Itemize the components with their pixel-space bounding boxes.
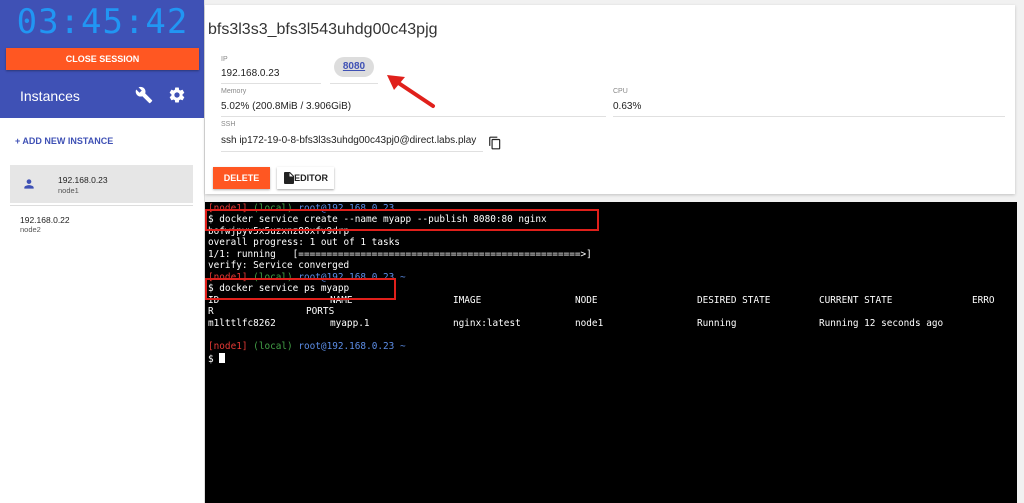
instance-name: node1 [58,186,79,195]
instance-name: node2 [20,225,41,234]
ip-label: IP [221,56,228,63]
sidebar-header: 03:45:42 CLOSE SESSION Instances [0,0,204,118]
memory-label: Memory [221,88,247,95]
port-8080-link[interactable]: 8080 [334,57,374,77]
ssh-label: SSH [221,121,236,128]
ps-cell-current-state: Running 12 seconds ago [819,318,944,329]
ps-cell-name: myapp.1 [330,318,370,329]
editor-button-label: EDITOR [294,173,328,183]
ip-underline [221,83,321,84]
sidebar: 03:45:42 CLOSE SESSION Instances + ADD N… [0,0,205,503]
ps-header-node: NODE [575,295,598,306]
ps-header-ports: PORTS [306,306,335,317]
prompt-root: root@192.168.0.23 [298,341,395,352]
ps-cell-image: nginx:latest [453,318,521,329]
terminal-cursor [219,353,226,363]
terminal-output-line: 1/1: running [==========================… [208,249,592,260]
instance-ip: 192.168.0.22 [20,215,70,225]
ps-cell-node: node1 [575,318,604,329]
app-root: 03:45:42 CLOSE SESSION Instances + ADD N… [0,0,1024,503]
ps-cell-desired-state: Running [697,318,737,329]
ps-header-image: IMAGE [453,295,482,306]
instance-item-node2[interactable]: 192.168.0.22 node2 [10,205,193,243]
ssh-value: ssh ip172-19-0-8-bfs3l3s3uhdg00c43pj0@di… [221,135,477,146]
instance-hostname: bfs3l3s3_bfs3l543uhdg00c43pjg [208,21,438,38]
ps-header-error: ERRO [972,295,995,306]
terminal-output-line: overall progress: 1 out of 1 tasks [208,237,400,248]
instance-item-node1[interactable]: 192.168.0.23 node1 [10,165,193,203]
final-prompt: $ [208,354,214,365]
delete-button[interactable]: DELETE [213,167,270,189]
instances-title: Instances [20,88,80,104]
ssh-underline [221,151,483,152]
prompt-node: [node1] [208,341,248,352]
ps-header-current-state: CURRENT STATE [819,295,893,306]
terminal-output-line: verify: Service converged [208,260,350,271]
gear-icon[interactable] [168,86,186,104]
instance-details-card: bfs3l3s3_bfs3l543uhdg00c43pjg IP 192.168… [205,5,1015,194]
ps-cell-id: m1lttlfc8262 [208,318,276,329]
instance-ip: 192.168.0.23 [58,175,108,185]
port-underline [330,83,378,84]
prompt-tilde: ~ [399,341,406,352]
memory-value: 5.02% (200.8MiB / 3.906GiB) [221,101,352,112]
prompt-local: (local) [253,341,293,352]
ip-value: 192.168.0.23 [221,68,280,79]
file-icon [284,172,294,184]
editor-button[interactable]: EDITOR [277,167,334,189]
wrench-icon[interactable] [135,86,153,104]
prompt-tilde: ~ [399,272,406,283]
cpu-underline [613,116,1005,117]
highlight-box-ps-command [205,278,396,300]
person-icon [24,179,34,189]
highlight-box-create-command [205,209,599,231]
cpu-label: CPU [613,88,628,95]
terminal[interactable]: [node1] (local) root@192.168.0.23 $ dock… [205,202,1017,503]
session-timer: 03:45:42 [16,2,189,42]
terminal-prompt-line: [node1] (local) root@192.168.0.23 ~ [208,341,406,352]
annotation-arrow [387,75,435,108]
ps-header-desired-state: DESIRED STATE [697,295,771,306]
close-session-button[interactable]: CLOSE SESSION [6,48,199,70]
cpu-value: 0.63% [613,101,642,112]
copy-icon[interactable] [488,135,502,151]
ps-header-error-wrap: R [208,306,214,317]
memory-underline [221,116,606,117]
terminal-input-line[interactable]: $ [208,353,226,365]
add-new-instance-button[interactable]: + ADD NEW INSTANCE [15,136,113,146]
